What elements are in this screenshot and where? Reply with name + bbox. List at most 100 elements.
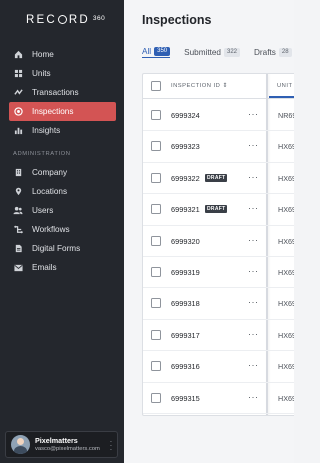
draft-badge: DRAFT — [205, 173, 228, 182]
administration-heading: ADMINISTRATION — [13, 151, 71, 157]
more-vertical-icon[interactable]: · · · — [109, 438, 113, 454]
table-row[interactable]: 6999323 ··· HX69 — [143, 131, 294, 163]
nav-label: Home — [32, 50, 54, 59]
brand-name: REC — [26, 14, 57, 26]
nav-item-emails[interactable]: Emails — [9, 258, 116, 277]
nav-label: Workflows — [32, 225, 70, 234]
row-checkbox[interactable] — [151, 141, 161, 152]
table-row[interactable]: 6999324 ··· NR69 — [143, 100, 294, 132]
filter-tabs: All 350 Submitted 322 Drafts 28 — [142, 46, 306, 58]
avatar — [11, 435, 30, 454]
sort-icon: ⇕ — [222, 83, 228, 89]
row-actions-more-icon[interactable]: ··· — [248, 298, 259, 307]
table-row[interactable]: 6999322 DRAFT ··· HX69 — [143, 163, 294, 195]
row-actions-more-icon[interactable]: ··· — [248, 235, 259, 245]
page-title: Inspections — [142, 13, 212, 27]
table-row[interactable]: 6999319 ··· HX69 — [143, 257, 294, 289]
inspection-id[interactable]: 6999318 — [171, 299, 200, 308]
row-actions-more-icon[interactable]: ··· — [248, 361, 259, 370]
target-icon — [13, 107, 23, 117]
user-email: vasco@pixelmatters.com — [35, 446, 100, 452]
main-nav: Home Units Transactions Inspections Insi… — [9, 45, 116, 140]
row-checkbox[interactable] — [151, 329, 161, 340]
row-actions-more-icon[interactable]: ··· — [248, 204, 259, 213]
table-row[interactable]: 6999321 DRAFT ··· HX69 — [143, 194, 294, 226]
mail-icon — [13, 263, 23, 273]
sidebar: REC RD 360 Home Units Transactions Inspect… — [0, 0, 124, 463]
unit-cell: HX69 — [278, 236, 294, 246]
row-checkbox[interactable] — [151, 298, 161, 309]
row-checkbox[interactable] — [151, 110, 161, 120]
inspection-id[interactable]: 6999315 — [171, 394, 200, 403]
inspection-id[interactable]: 6999319 — [171, 268, 200, 277]
row-checkbox[interactable] — [151, 267, 161, 277]
tab-drafts[interactable]: Drafts 28 — [254, 46, 292, 58]
inspections-table: INSPECTION ID ⇕ UNIT 6999324···NR6969993… — [142, 73, 294, 416]
nav-item-company[interactable]: Company — [9, 163, 116, 182]
nav-item-users[interactable]: Users — [9, 201, 116, 220]
nav-item-inspections[interactable]: Inspections — [9, 102, 116, 121]
user-profile-card[interactable]: Pixelmatters vasco@pixelmatters.com · · · — [5, 431, 118, 458]
column-header-inspection-id[interactable]: INSPECTION ID ⇕ — [171, 83, 228, 89]
tab-all[interactable]: All 350 — [142, 46, 171, 58]
row-actions-more-icon[interactable]: ··· — [248, 110, 259, 119]
nav-item-workflows[interactable]: Workflows — [9, 220, 116, 239]
nav-item-units[interactable]: Units — [9, 64, 116, 83]
row-checkbox[interactable] — [151, 204, 161, 215]
unit-cell: HX69 — [278, 173, 294, 183]
row-actions-more-icon[interactable]: ··· — [248, 141, 259, 150]
unit-cell: HX69 — [278, 205, 294, 215]
pin-icon — [13, 187, 23, 197]
table-row[interactable]: 6999316 ··· HX69 — [143, 351, 294, 383]
users-icon — [13, 206, 23, 216]
nav-label: Company — [32, 168, 68, 177]
transactions-icon — [13, 88, 23, 98]
unit-cell: HX69 — [278, 268, 294, 277]
inspection-id[interactable]: 6999317 — [171, 331, 200, 340]
table-row[interactable]: 6999317 ··· HX69 — [143, 320, 294, 352]
grid-icon — [13, 69, 23, 79]
row-actions-more-icon[interactable]: ··· — [248, 392, 259, 402]
inspection-id[interactable]: 6999322 — [171, 174, 200, 183]
admin-nav: Company Locations Users Workflows Digita… — [9, 163, 116, 277]
table-row[interactable]: 6999318 ··· HX69 — [143, 288, 294, 320]
unit-cell: HX69 — [278, 330, 294, 340]
tab-label: Submitted — [184, 47, 221, 57]
nav-label: Inspections — [32, 107, 74, 116]
row-checkbox[interactable] — [151, 172, 161, 183]
row-checkbox[interactable] — [151, 235, 161, 246]
nav-label: Users — [32, 206, 54, 215]
nav-label: Insights — [32, 126, 61, 135]
nav-item-locations[interactable]: Locations — [9, 182, 116, 201]
table-row[interactable]: 6999315 ··· HX69 — [143, 383, 294, 414]
tab-submitted[interactable]: Submitted 322 — [184, 46, 241, 58]
tab-count-badge: 28 — [278, 47, 292, 57]
inspection-id[interactable]: 6999324 — [171, 111, 200, 120]
draft-badge: DRAFT — [205, 205, 228, 214]
nav-label: Locations — [32, 187, 68, 196]
row-checkbox[interactable] — [151, 361, 161, 372]
row-actions-more-icon[interactable]: ··· — [248, 329, 259, 339]
column-header-unit[interactable]: UNIT — [277, 83, 293, 89]
inspection-id[interactable]: 6999321 — [171, 205, 200, 214]
inspection-id[interactable]: 6999316 — [171, 362, 200, 371]
inspection-id[interactable]: 6999320 — [171, 237, 200, 246]
home-icon — [13, 50, 23, 60]
workflow-icon — [13, 225, 23, 235]
row-actions-more-icon[interactable]: ··· — [248, 172, 259, 182]
brand-logo[interactable]: REC RD 360 — [26, 13, 105, 27]
inspection-id[interactable]: 6999323 — [171, 142, 200, 151]
nav-item-digital-forms[interactable]: Digital Forms — [9, 239, 116, 258]
tab-label: All — [142, 47, 152, 56]
table-row[interactable]: 6999320 ··· HX69 — [143, 226, 294, 257]
nav-item-transactions[interactable]: Transactions — [9, 83, 116, 102]
row-actions-more-icon[interactable]: ··· — [248, 267, 259, 276]
unit-cell: HX69 — [278, 362, 294, 372]
nav-item-home[interactable]: Home — [9, 45, 116, 64]
column-active-indicator — [269, 96, 294, 98]
row-checkbox[interactable] — [151, 392, 161, 403]
select-all-checkbox[interactable] — [151, 81, 161, 91]
tab-label: Drafts — [254, 47, 276, 57]
nav-item-insights[interactable]: Insights — [9, 121, 116, 140]
unit-cell: NR69 — [278, 111, 294, 120]
